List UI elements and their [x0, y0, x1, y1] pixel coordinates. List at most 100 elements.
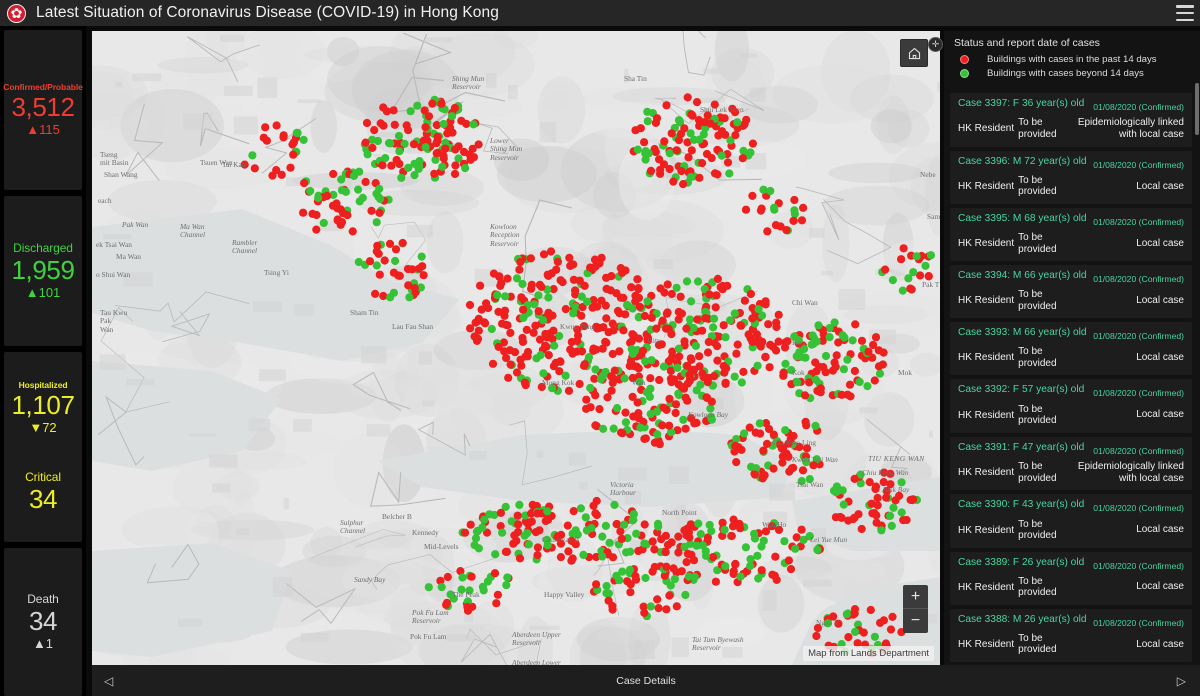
stat-label: Hospitalized: [18, 379, 68, 390]
red-dot-icon: [960, 55, 969, 64]
statistics-sidebar: Confirmed/Probable 3,512 ▲115 Discharged 1,9…: [0, 26, 86, 696]
app-header: Latest Situation of Coronavirus Disease …: [0, 0, 1200, 26]
case-hospital: To be provided: [1018, 346, 1057, 369]
case-classification: Local case: [1136, 581, 1184, 593]
case-report-date: 01/08/2020 (Confirmed): [1093, 560, 1184, 571]
stat-sub-block: Critical 34: [25, 470, 61, 514]
case-report-date: 01/08/2020 (Confirmed): [1093, 159, 1184, 170]
stat-label: Confirmed/Probable: [3, 81, 83, 92]
case-hospital: To be provided: [1018, 289, 1057, 312]
case-classification: Local case: [1136, 409, 1184, 421]
case-hospital: To be provided: [1018, 575, 1057, 599]
map-attribution: Map from Lands Department: [803, 646, 934, 661]
case-card[interactable]: Case 3393: M 66 year(s) old 01/08/2020 (C…: [950, 322, 1192, 376]
case-residency: HK Resident: [958, 638, 1015, 650]
bottom-tab-label[interactable]: Case Details: [616, 675, 676, 687]
case-hospital: To be provided: [1018, 518, 1057, 542]
stat-card-death[interactable]: Death 34 ▲1: [4, 548, 82, 696]
legend-item[interactable]: Buildings with cases in the past 14 days: [960, 54, 1200, 65]
stat-value: 1,107: [11, 389, 75, 420]
case-residency: HK Resident: [958, 467, 1015, 479]
case-card[interactable]: Case 3388: M 26 year(s) old 01/08/2020 (C…: [950, 608, 1192, 662]
case-report-date: 01/08/2020 (Confirmed): [1093, 216, 1184, 227]
case-residency: HK Resident: [958, 123, 1015, 135]
case-card[interactable]: Case 3397: F 36 year(s) old 01/08/2020 (C…: [950, 93, 1192, 147]
covid-dashboard: Latest Situation of Coronavirus Disease …: [0, 0, 1200, 696]
hamburger-menu-icon[interactable]: [1176, 5, 1194, 21]
bottom-tab-bar[interactable]: ◁ Case Details ▷: [92, 665, 1200, 696]
case-card[interactable]: Case 3392: F 57 year(s) old 01/08/2020 (C…: [950, 379, 1192, 433]
stat-label: Death: [27, 591, 59, 606]
case-residency: HK Resident: [958, 238, 1015, 250]
case-residency: HK Resident: [958, 180, 1015, 192]
case-id: Case 3396: M 72 year(s) old: [958, 155, 1087, 167]
zoom-in-button[interactable]: +: [903, 585, 928, 609]
zoom-controls[interactable]: + −: [903, 585, 928, 633]
chevron-left-icon[interactable]: ◁: [104, 675, 113, 687]
page-title: Latest Situation of Coronavirus Disease …: [36, 4, 499, 21]
case-report-date: 01/08/2020 (Confirmed): [1093, 503, 1184, 514]
case-card[interactable]: Case 3396: M 72 year(s) old 01/08/2020 (C…: [950, 150, 1192, 204]
stat-delta: ▼72: [29, 419, 57, 435]
case-classification: Local case: [1136, 294, 1184, 306]
case-list[interactable]: Case 3397: F 36 year(s) old 01/08/2020 (C…: [944, 93, 1200, 665]
stat-card-hospitalized[interactable]: Hospitalized 1,107 ▼72 Critical 34: [4, 352, 82, 542]
stat-value: 1,959: [11, 254, 75, 285]
case-residency: HK Resident: [958, 409, 1015, 421]
case-panel-scrollbar[interactable]: [1195, 83, 1199, 135]
map-legend: Status and report date of cases Building…: [944, 31, 1200, 90]
stat-delta: ▲1: [32, 635, 54, 651]
stat-delta: ▲101: [25, 284, 61, 300]
case-residency: HK Resident: [958, 581, 1015, 593]
case-id: Case 3388: M 26 year(s) old: [958, 613, 1087, 625]
case-panel[interactable]: Status and report date of cases Building…: [944, 31, 1200, 665]
case-report-date: 01/08/2020 (Confirmed): [1093, 331, 1184, 342]
case-hospital: To be provided: [1018, 232, 1057, 255]
chevron-right-icon[interactable]: ▷: [1177, 675, 1186, 687]
legend-item-label: Buildings with cases in the past 14 days: [987, 54, 1157, 65]
case-id: Case 3393: M 66 year(s) old: [958, 327, 1087, 339]
case-classification: Epidemiologically linked with local case: [1077, 117, 1184, 140]
stat-value: 3,512: [11, 91, 75, 122]
home-icon[interactable]: [900, 39, 928, 67]
legend-item[interactable]: Buildings with cases beyond 14 days: [960, 68, 1200, 79]
case-hospital: To be provided: [1018, 403, 1057, 427]
case-hospital: To be provided: [1018, 117, 1057, 140]
map-canvas[interactable]: [92, 31, 940, 665]
case-report-date: 01/08/2020 (Confirmed): [1093, 445, 1184, 456]
green-dot-icon: [960, 69, 969, 78]
zoom-out-button[interactable]: −: [903, 609, 928, 633]
case-card[interactable]: Case 3390: F 43 year(s) old 01/08/2020 (C…: [950, 494, 1192, 548]
case-id: Case 3395: M 68 year(s) old: [958, 212, 1087, 224]
case-residency: HK Resident: [958, 524, 1015, 536]
case-card[interactable]: Case 3389: F 26 year(s) old 01/08/2020 (C…: [950, 551, 1192, 605]
case-id: Case 3397: F 36 year(s) old: [958, 98, 1085, 109]
stat-label: Discharged: [13, 240, 73, 255]
stat-card-confirmed-probable[interactable]: Confirmed/Probable 3,512 ▲115: [3, 30, 83, 190]
case-card[interactable]: Case 3395: M 68 year(s) old 01/08/2020 (C…: [950, 207, 1192, 262]
case-classification: Local case: [1136, 352, 1184, 364]
case-report-date: 01/08/2020 (Confirmed): [1093, 617, 1184, 628]
legend-item-label: Buildings with cases beyond 14 days: [987, 68, 1144, 79]
stat-delta: ▲115: [26, 121, 60, 137]
case-id: Case 3394: M 66 year(s) old: [958, 270, 1087, 282]
case-id: Case 3391: F 47 year(s) old: [958, 441, 1085, 453]
case-id: Case 3389: F 26 year(s) old: [958, 556, 1085, 568]
case-card[interactable]: Case 3391: F 47 year(s) old 01/08/2020 (C…: [950, 436, 1192, 491]
case-classification: Local case: [1136, 638, 1184, 650]
case-card[interactable]: Case 3394: M 66 year(s) old 01/08/2020 (C…: [950, 265, 1192, 319]
hong-kong-bauhinia-emblem-icon: [7, 3, 26, 23]
case-classification: Epidemiologically linked with local case: [1077, 460, 1184, 484]
stat-sub-value: 34: [28, 484, 58, 515]
collapse-panel-icon[interactable]: ✛: [928, 37, 943, 52]
case-classification: Local case: [1136, 237, 1184, 249]
case-report-date: 01/08/2020 (Confirmed): [1093, 388, 1184, 399]
stat-sub-label: Critical: [25, 470, 61, 485]
case-id: Case 3390: F 43 year(s) old: [958, 499, 1085, 511]
case-classification: Local case: [1136, 524, 1184, 536]
case-report-date: 01/08/2020 (Confirmed): [1093, 274, 1184, 285]
stat-card-discharged[interactable]: Discharged 1,959 ▲101: [4, 196, 82, 346]
map-viewport[interactable]: Shing Mun Reservoir Sha Tin Shui Lek Yuen L…: [92, 31, 940, 665]
case-residency: HK Resident: [958, 352, 1015, 364]
legend-title: Status and report date of cases: [954, 37, 1100, 49]
